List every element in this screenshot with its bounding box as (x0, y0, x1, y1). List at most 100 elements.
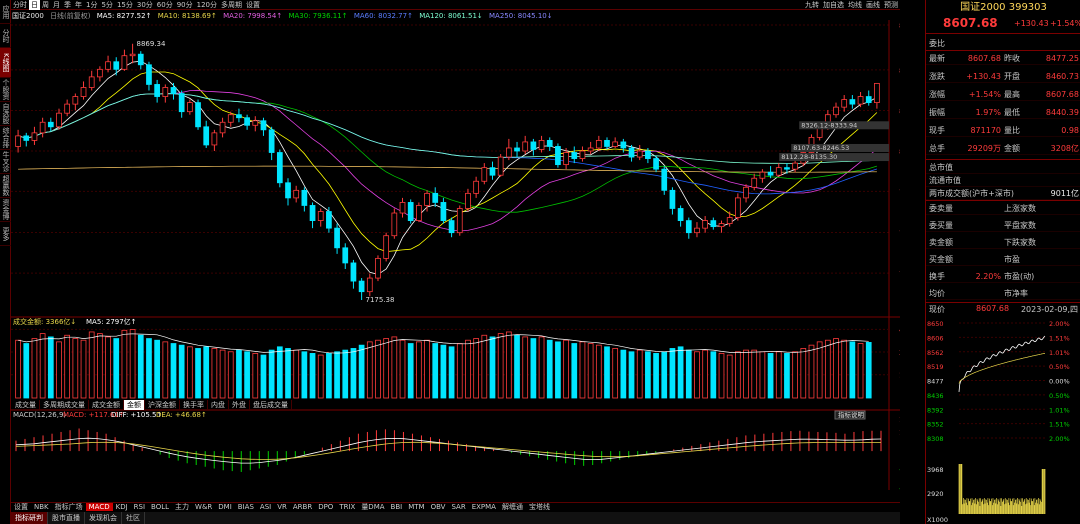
tool-0[interactable]: 九转 (803, 0, 821, 10)
candle-body (137, 53, 144, 66)
vol-tab-7[interactable]: 外盘 (229, 400, 250, 410)
period-11[interactable]: 90分 (175, 0, 195, 10)
left-tab-0[interactable]: 应用 (0, 0, 11, 24)
bottom-tab-3[interactable]: 社区 (122, 512, 145, 524)
candle-body (211, 132, 218, 146)
candle-body (154, 84, 160, 97)
left-tab-5[interactable]: 综合排名 (0, 126, 11, 150)
row-key-2: 最低 (1004, 108, 1020, 117)
candle-body (129, 53, 136, 57)
ind-tab-18[interactable]: MTM (405, 503, 427, 511)
candle-body (833, 106, 839, 116)
ind-tab-22[interactable]: 解缠通 (499, 503, 526, 511)
ind-tab-11[interactable]: ASI (257, 503, 274, 511)
candle-body (88, 76, 95, 88)
intraday-minichart[interactable]: 8650 8606 8562 8519 8477 8436 8392 8352 8308 2.00… (925, 318, 1080, 524)
candle-body (276, 152, 283, 184)
tool-3[interactable]: 画线 (864, 0, 882, 10)
ind-tab-13[interactable]: ARBR (290, 503, 315, 511)
candle-body (865, 96, 872, 103)
ind-tab-6[interactable]: BOLL (148, 503, 172, 511)
vol-tab-5[interactable]: 换手率 (180, 400, 208, 410)
period-5[interactable]: 年 (73, 0, 84, 10)
period-3[interactable]: 月 (51, 0, 62, 10)
vol-tab-8[interactable]: 盘后成交量 (250, 400, 292, 410)
volume-bar (285, 348, 291, 399)
bottom-tab-2[interactable]: 发现机会 (85, 512, 122, 524)
left-tab-7[interactable]: 超赢数据 (0, 174, 11, 198)
ind-tab-15[interactable]: TRIX (336, 503, 358, 511)
ind-tab-7[interactable]: 主力 (172, 503, 192, 511)
vol-tab-0[interactable]: 成交量 (12, 400, 40, 410)
bottom-tabs: 指标研判 股市直播 发现机会 社区 (11, 512, 900, 524)
ind-tab-23[interactable]: 宝塔线 (526, 503, 553, 511)
ind-tab-12[interactable]: VR (274, 503, 290, 511)
candle-body (497, 156, 504, 176)
ind-tab-5[interactable]: RSI (131, 503, 148, 511)
volume-bar (227, 351, 234, 399)
left-tab-8[interactable]: 资金博弈 (0, 198, 11, 222)
tool-1[interactable]: 加自选 (821, 0, 846, 10)
volume-bar (97, 333, 103, 399)
volume-bar (751, 349, 758, 399)
ind-tab-19[interactable]: OBV (428, 503, 449, 511)
ind-tab-10[interactable]: BIAS (235, 503, 257, 511)
ind-tab-4[interactable]: KDJ (113, 503, 131, 511)
ma250-line (18, 165, 877, 173)
mini-vol-top: 3968 (927, 466, 944, 474)
ind-tab-2[interactable]: 指标广场 (52, 503, 86, 511)
period-13[interactable]: 多周期 (219, 0, 244, 10)
volume-bar (244, 351, 250, 399)
period-7[interactable]: 5分 (99, 0, 114, 10)
period-8[interactable]: 15分 (115, 0, 135, 10)
left-tab-2[interactable]: K线图 (0, 48, 11, 78)
volume-bar (816, 341, 823, 399)
left-tab-3[interactable]: 个股资料 (0, 78, 11, 102)
vol-tab-6[interactable]: 内盘 (208, 400, 229, 410)
bottom-tab-0[interactable]: 指标研判 (11, 512, 48, 524)
candle-body (448, 220, 455, 234)
ind-tab-14[interactable]: DPO (315, 503, 336, 511)
ind-tab-0[interactable]: 设置 (11, 503, 31, 511)
period-9[interactable]: 30分 (135, 0, 155, 10)
volume-bar (64, 334, 71, 399)
ind-tab-16[interactable]: 量DMA (358, 503, 387, 511)
indicator-tabs: 设置 NBK 指标广场 MACD KDJ RSI BOLL 主力 W&R DMI BIAS ASI VR… (11, 502, 900, 511)
volume-bar (317, 354, 324, 399)
ind-tab-8[interactable]: W&R (192, 503, 215, 511)
left-tab-9[interactable]: 更多 (0, 222, 11, 246)
bottom-tab-1[interactable]: 股市直播 (48, 512, 85, 524)
vol-tab-1[interactable]: 多周期成交量 (40, 400, 89, 410)
left-tab-6[interactable]: 牛叉诊股 (0, 150, 11, 174)
period-0[interactable]: 分时 (11, 0, 29, 10)
kline-chart[interactable]: 8993 8696 8428 8160 7893 7621 7353 8869.34 7175.… (11, 20, 900, 490)
vol-tab-3[interactable]: 金额 (124, 400, 145, 410)
ind-tab-20[interactable]: SAR (448, 503, 468, 511)
left-tab-4[interactable]: 自选股 (0, 102, 11, 126)
ind-tab-1[interactable]: NBK (31, 503, 52, 511)
ind-tab-9[interactable]: DMI (215, 503, 235, 511)
period-14[interactable]: 设置 (244, 0, 262, 10)
volume-bar (203, 346, 210, 399)
vol-tab-2[interactable]: 成交金额 (89, 400, 124, 410)
period-4[interactable]: 季 (62, 0, 73, 10)
left-tab-1[interactable]: 分时 (0, 24, 11, 48)
ind-tab-21[interactable]: EXPMA (469, 503, 499, 511)
macd-legend-diff: DIFF: +105.5↑ (111, 411, 162, 419)
ind-tab-17[interactable]: BBI (388, 503, 406, 511)
period-12[interactable]: 120分 (195, 0, 219, 10)
period-10[interactable]: 60分 (155, 0, 175, 10)
price-axis-label: 8428 (899, 107, 900, 115)
period-2[interactable]: 周 (40, 0, 51, 10)
tool-2[interactable]: 均线 (846, 0, 864, 10)
period-1[interactable]: 日 (29, 0, 40, 10)
candle-body (489, 167, 496, 176)
ind-tab-3[interactable]: MACD (85, 503, 113, 511)
vol-axis-label: 1411 (899, 372, 900, 380)
row-key: 总市值 (929, 163, 953, 172)
candle-body (767, 171, 774, 176)
tool-4[interactable]: 预测 (882, 0, 900, 10)
volume-bar (546, 339, 553, 399)
period-6[interactable]: 1分 (84, 0, 99, 10)
vol-tab-4[interactable]: 沪深金额 (145, 400, 180, 410)
